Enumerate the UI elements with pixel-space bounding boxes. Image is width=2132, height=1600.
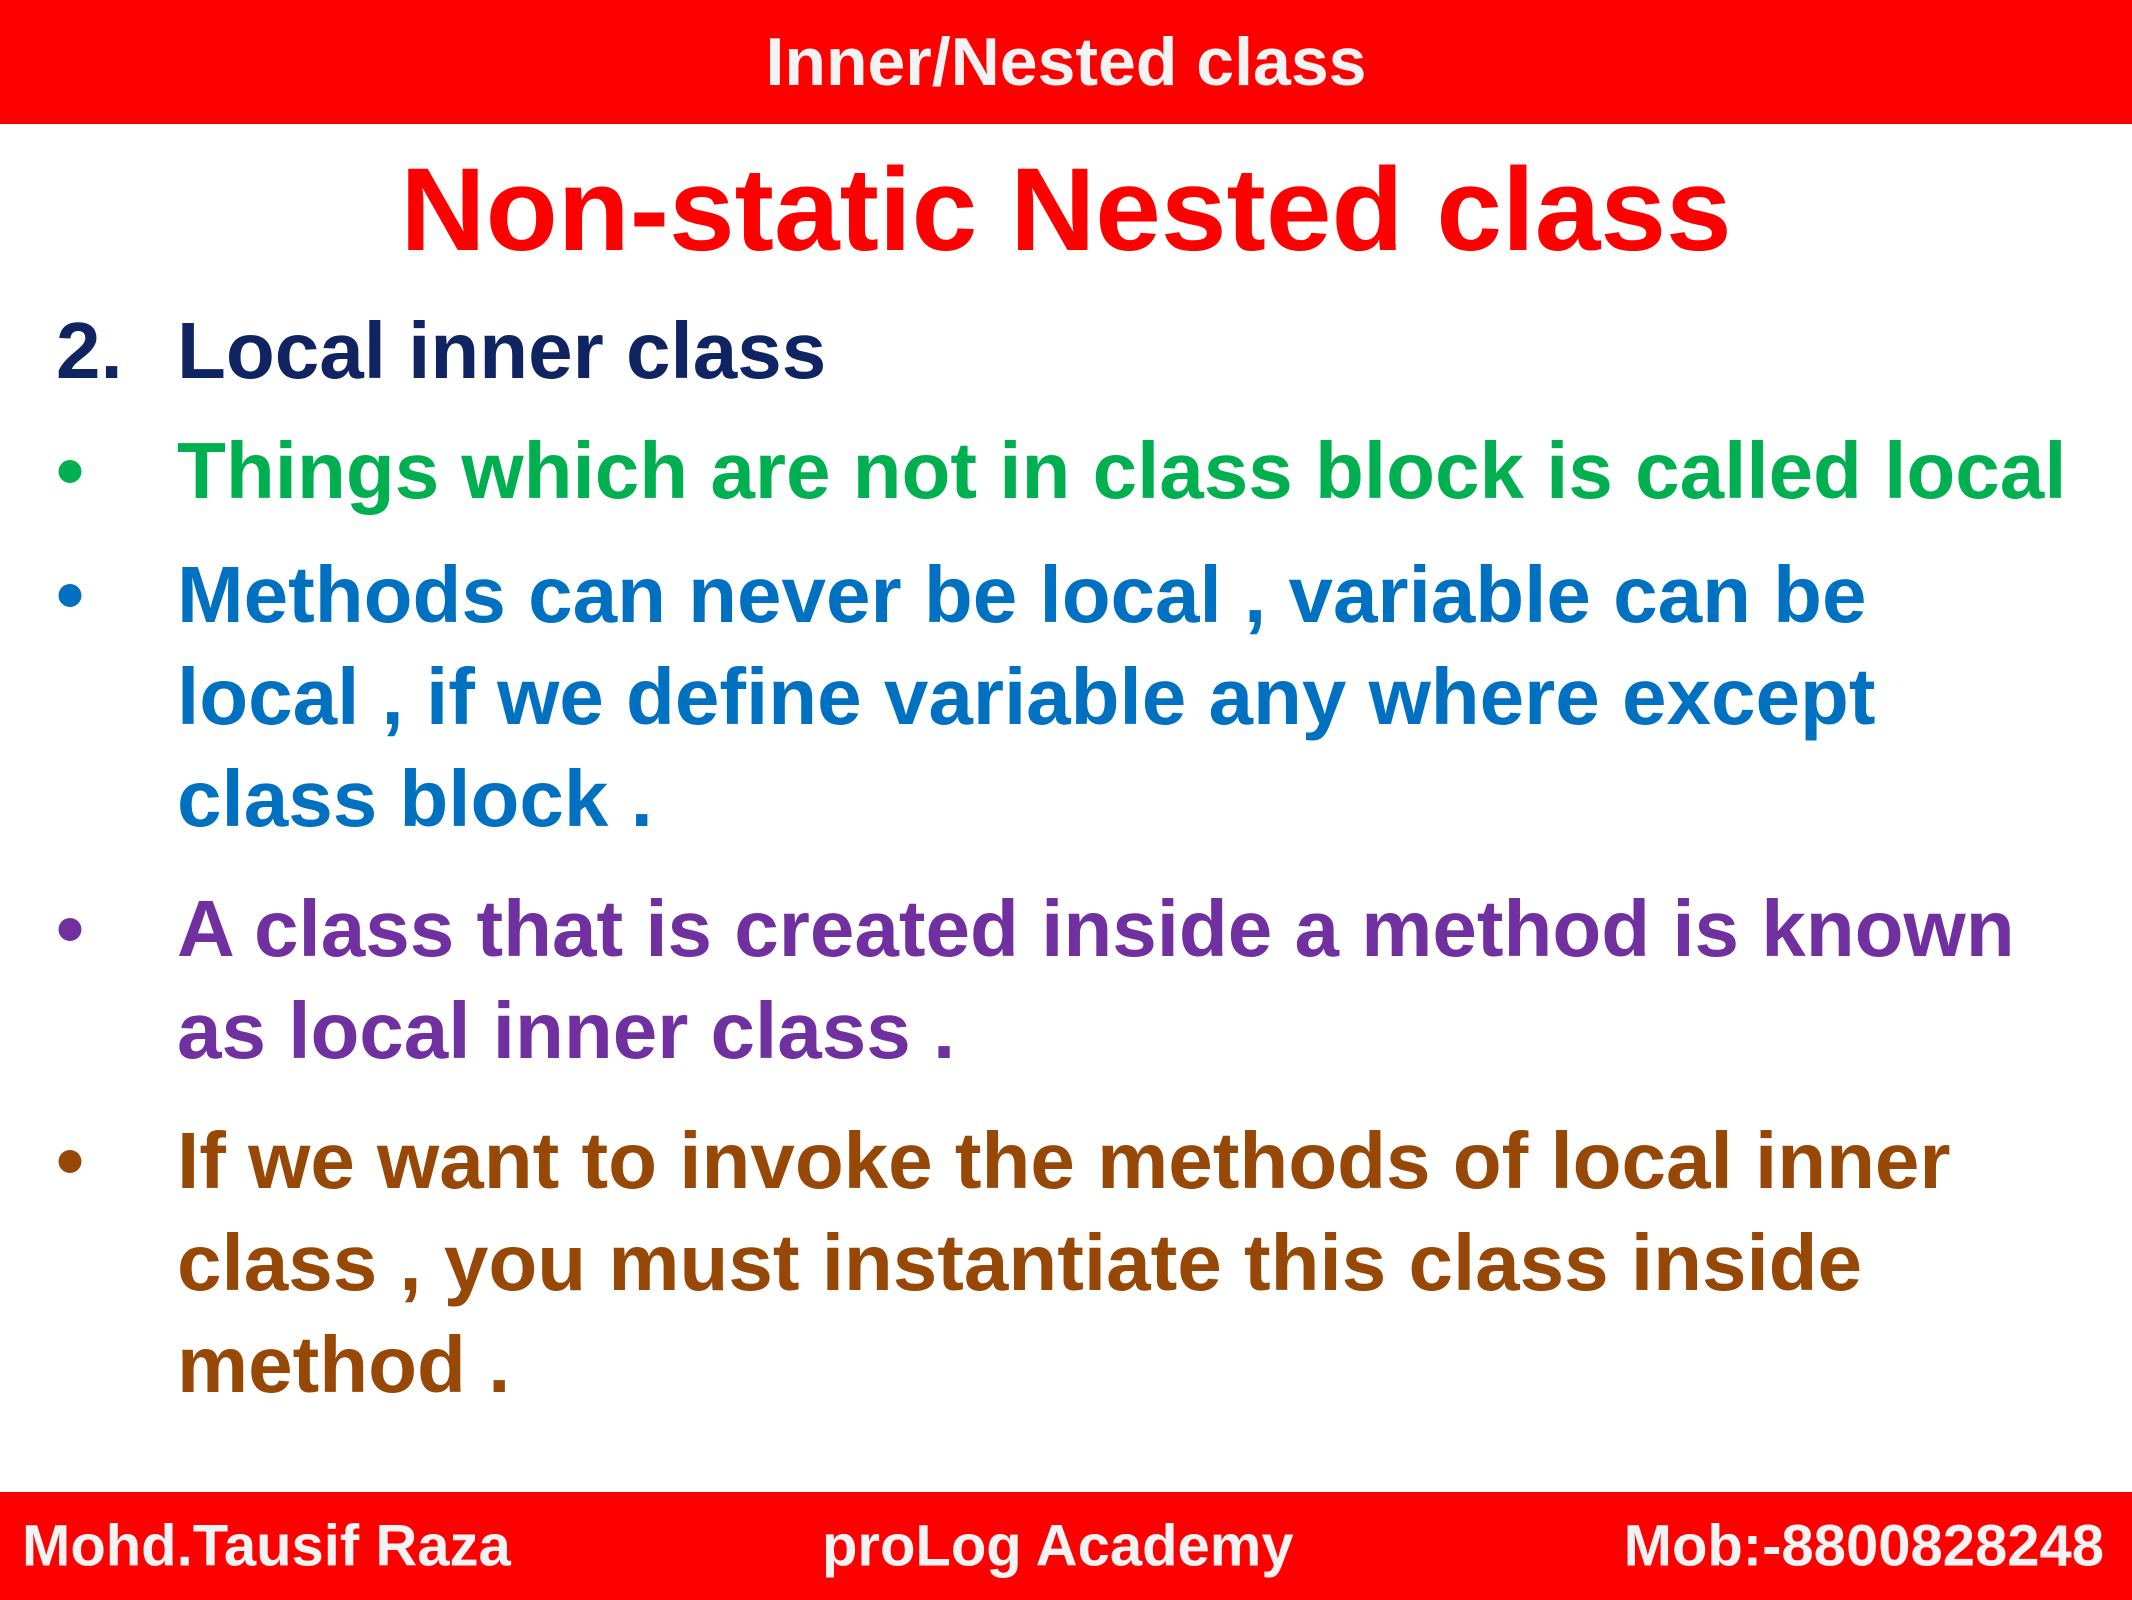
bullet-item: • If we want to invoke the methods of lo… (0, 1110, 2132, 1416)
bullet-line: Things which are not in class block is c… (177, 426, 2067, 515)
bullet-item: • Methods can never be local , variable … (0, 544, 2132, 850)
bullet-line: class , you must instantiate this class … (177, 1218, 1863, 1307)
bullet-item: • Things which are not in class block is… (0, 420, 2132, 522)
slide-title: Non-static Nested class (400, 144, 1732, 276)
bullet-marker: • (56, 884, 85, 973)
bullet-line: method . (177, 1320, 511, 1409)
bottom-banner: Mohd.Tausif Raza proLog Academy Mob:-880… (0, 1492, 2132, 1600)
slide-content: 2. Local inner class • Things which are … (0, 300, 2132, 1416)
bullet-line: local , if we define variable any where … (177, 652, 1876, 741)
footer-phone: Mob:-8800828248 (1623, 1513, 2104, 1579)
bullet-line: class block . (177, 754, 653, 843)
bullet-item: • A class that is created inside a metho… (0, 878, 2132, 1082)
footer-academy: proLog Academy (822, 1513, 1294, 1579)
bullet-line: A class that is created inside a method … (177, 884, 2015, 973)
heading-text: Local inner class (177, 306, 827, 395)
top-banner: Inner/Nested class (0, 0, 2132, 124)
bullet-marker: • (56, 550, 85, 639)
footer-author: Mohd.Tausif Raza (22, 1513, 511, 1579)
bullet-marker: • (56, 1116, 85, 1205)
bullet-marker: • (56, 426, 85, 515)
section-heading: 2. Local inner class (0, 300, 2132, 402)
bullet-line: Methods can never be local , variable ca… (177, 550, 1867, 639)
banner-title: Inner/Nested class (765, 24, 1367, 100)
heading-number: 2. (56, 306, 123, 395)
bullet-line: as local inner class . (177, 986, 956, 1075)
bullet-line: If we want to invoke the methods of loca… (177, 1116, 1951, 1205)
